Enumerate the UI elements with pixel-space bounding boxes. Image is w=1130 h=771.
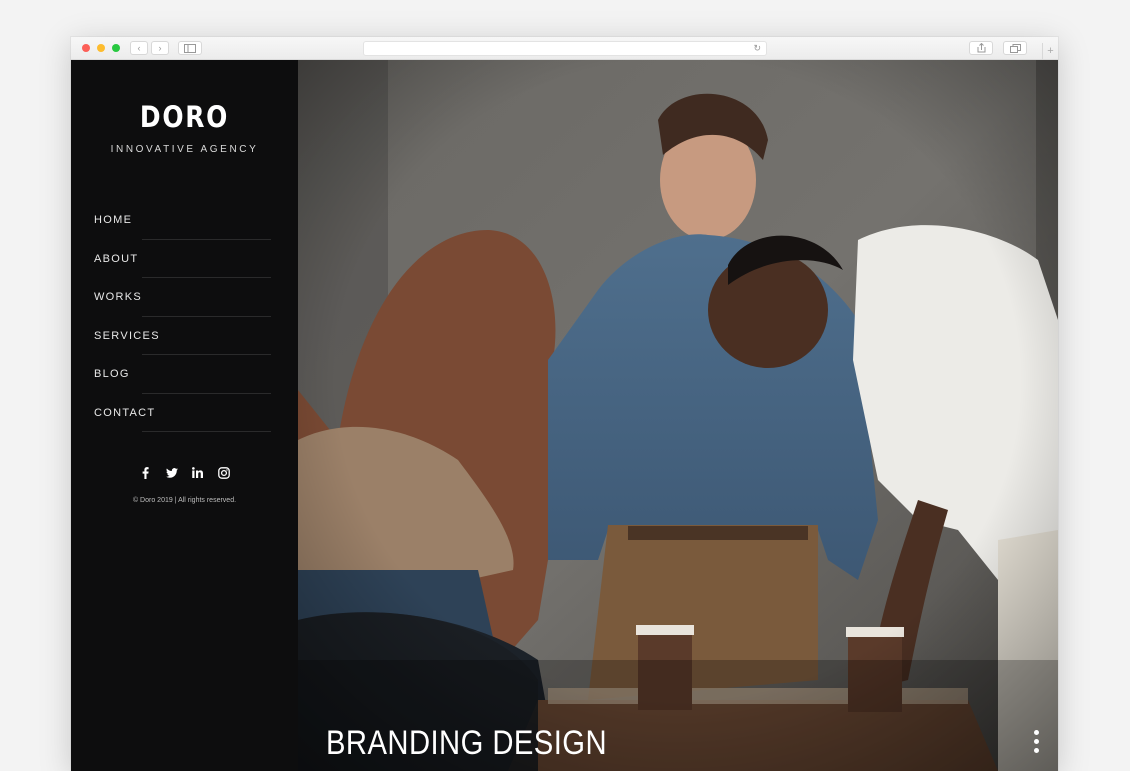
back-icon[interactable]: ‹ [130, 41, 148, 55]
tabs-icon[interactable] [1003, 41, 1027, 55]
nav-item-blog[interactable]: BLOG [94, 355, 271, 394]
nav-item-about[interactable]: ABOUT [94, 240, 271, 279]
sidebar-icon[interactable] [178, 41, 202, 55]
brand-tagline: INNOVATIVE AGENCY [110, 144, 259, 155]
hero-slide: BRANDING DESIGN [298, 60, 1058, 771]
dot [1033, 748, 1039, 753]
twitter-icon[interactable] [165, 466, 178, 479]
slide-caption[interactable]: BRANDING DESIGN [326, 724, 607, 763]
share-icon[interactable] [969, 41, 993, 55]
facebook-icon[interactable] [139, 466, 152, 479]
copyright-text: © Doro 2019 | All rights reserved. [132, 497, 237, 504]
nav-link-home[interactable]: HOME [94, 201, 271, 226]
browser-window: ‹ › ↻ + DORO INNOVATIVE AGENCY HOME ABOU… [71, 37, 1058, 771]
main-nav: HOME ABOUT WORKS SERVICES BLOG CONTACT [94, 201, 271, 432]
forward-icon[interactable]: › [151, 41, 169, 55]
reload-icon[interactable]: ↻ [753, 43, 761, 54]
more-options-icon[interactable] [1032, 730, 1040, 753]
nav-link-contact[interactable]: CONTACT [94, 394, 271, 419]
dot [1033, 730, 1039, 735]
team-meeting-photo [298, 60, 1058, 771]
zoom-window-button[interactable] [112, 44, 120, 52]
browser-titlebar: ‹ › ↻ + [71, 37, 1058, 60]
minimize-window-button[interactable] [97, 44, 105, 52]
nav-item-services[interactable]: SERVICES [94, 317, 271, 356]
nav-link-works[interactable]: WORKS [94, 278, 271, 303]
instagram-icon[interactable] [217, 466, 230, 479]
dot [1033, 739, 1039, 744]
new-tab-icon[interactable]: + [1042, 43, 1058, 60]
brand-logo[interactable]: DORO [87, 100, 282, 134]
nav-item-works[interactable]: WORKS [94, 278, 271, 317]
nav-item-home[interactable]: HOME [94, 201, 271, 240]
close-window-button[interactable] [82, 44, 90, 52]
nav-link-about[interactable]: ABOUT [94, 240, 271, 265]
address-bar[interactable]: ↻ [363, 41, 767, 56]
social-links [71, 466, 298, 479]
nav-item-contact[interactable]: CONTACT [94, 394, 271, 433]
nav-link-services[interactable]: SERVICES [94, 317, 271, 342]
nav-link-blog[interactable]: BLOG [94, 355, 271, 380]
linkedin-icon[interactable] [191, 466, 204, 479]
sidebar: DORO INNOVATIVE AGENCY HOME ABOUT WORKS … [71, 60, 298, 771]
